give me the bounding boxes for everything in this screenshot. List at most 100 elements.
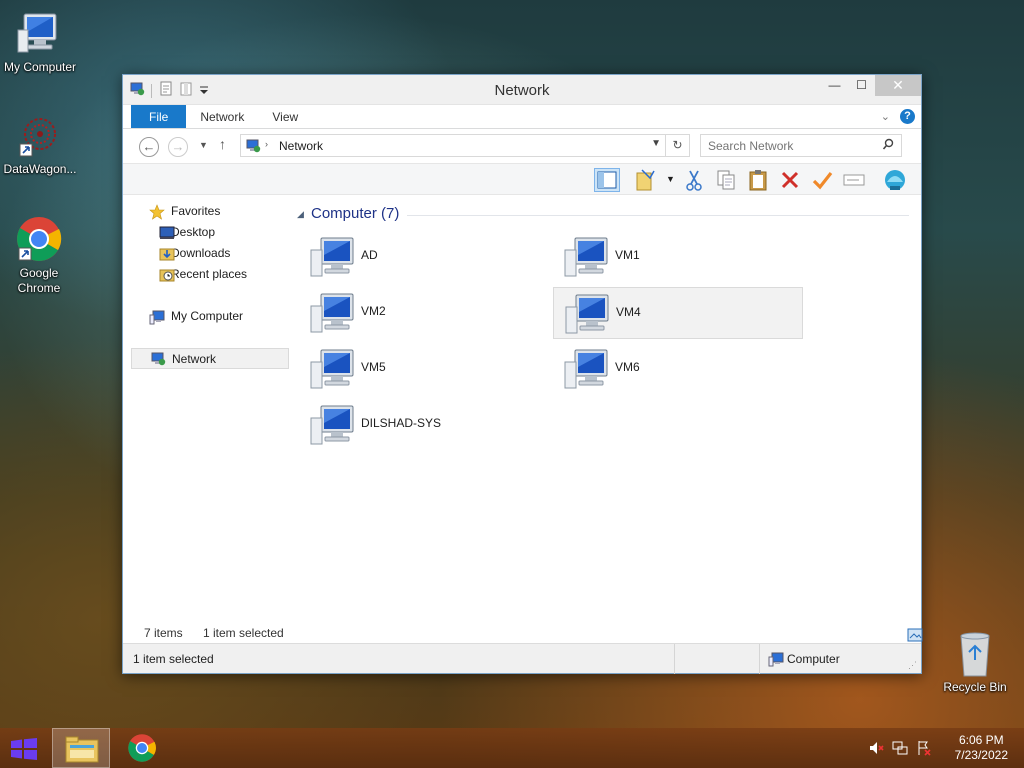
back-button[interactable]: ← [139,137,159,157]
computer-item-vm4[interactable]: VM4 [553,287,803,339]
checkmark-button[interactable] [810,168,836,192]
clock-time: 6:06 PM [958,733,1004,747]
rename-button[interactable] [842,168,868,192]
properties-dropdown-icon[interactable]: ▼ [666,174,675,184]
network-computer-icon [563,348,609,393]
desktop-icon-label: Recycle Bin [943,680,1007,694]
desktop-icon-google-chrome[interactable]: Google Chrome [0,216,79,296]
taskbar-file-explorer[interactable] [52,728,110,768]
group-header-computer[interactable]: ◢ Computer (7) [295,201,909,227]
status-bar-location: Computer [787,652,840,666]
nav-recent-places[interactable]: Recent places [131,264,289,285]
search-box[interactable] [700,134,902,157]
status-divider [759,644,760,674]
computer-item-ad[interactable]: AD [299,231,549,283]
paste-button[interactable] [746,168,772,192]
volume-muted-icon[interactable] [868,740,884,759]
computer-item-name: DILSHAD-SYS [361,416,442,430]
selection-count: 1 item selected [203,626,284,640]
action-center-icon[interactable] [916,740,932,759]
ribbon-right-controls: ⌄ ? [881,109,915,124]
refresh-button[interactable]: ↻ [665,135,689,156]
breadcrumb-chevron-icon[interactable]: › [265,139,268,149]
up-button[interactable]: ↑ [219,136,226,152]
content-area: ◢ Computer (7) AD VM1 VM2 VM4 VM5 VM6 DI… [295,201,909,445]
maximize-button[interactable]: ☐ [848,75,875,96]
help-icon[interactable]: ? [900,109,915,124]
explorer-window: Network — ☐ ✕ File Network View ⌄ ? ← → … [122,74,923,674]
computer-item-vm6[interactable]: VM6 [553,343,803,395]
title-bar[interactable]: Network — ☐ ✕ [123,75,921,105]
tab-network[interactable]: Network [186,105,258,128]
forward-button[interactable]: → [168,137,188,157]
nav-recent-places-label: Recent places [171,267,248,281]
status-bar-selection: 1 item selected [133,652,214,666]
command-toolbar: ▼ [123,163,921,195]
delete-button[interactable] [778,168,804,192]
properties-button[interactable] [634,168,660,192]
status-divider [674,644,675,674]
computer-small-icon [768,651,784,670]
cut-button[interactable] [682,168,708,192]
address-bar[interactable]: › Network ▼ ↻ [240,134,690,157]
minimize-button[interactable]: — [821,75,848,96]
navigation-bar: ← → ▼ ↑ › Network ▼ ↻ [123,129,921,163]
desktop-icon-label: DataWagon... [3,162,77,176]
nav-desktop[interactable]: Desktop [131,222,289,243]
preview-pane-button[interactable] [594,168,620,192]
nav-network[interactable]: Network [131,348,289,369]
address-dropdown-icon[interactable]: ▼ [651,138,661,149]
start-button[interactable] [10,738,38,763]
desktop-icon-label: Google Chrome [17,266,61,295]
nav-favorites[interactable]: Favorites [131,201,289,222]
navigation-pane: Favorites Desktop Downloads Recent place… [131,201,289,369]
copy-button[interactable] [714,168,740,192]
computer-item-name: VM6 [615,360,640,374]
computer-item-vm2[interactable]: VM2 [299,287,549,339]
nav-desktop-label: Desktop [171,225,216,239]
ribbon-tab-bar: File Network View ⌄ ? [123,105,921,129]
nav-my-computer[interactable]: My Computer [131,306,289,327]
network-computer-icon [309,404,355,449]
file-explorer-icon [65,736,99,763]
system-clock[interactable]: 6:06 PM 7/23/2022 [955,733,1008,763]
address-path[interactable]: Network [279,139,323,153]
taskbar: 6:06 PM 7/23/2022 [0,728,1024,768]
tab-file[interactable]: File [131,105,187,128]
my-computer-icon [149,309,165,332]
item-count: 7 items [144,626,183,640]
recent-places-icon [159,267,175,290]
computer-item-dilshad-sys[interactable]: DILSHAD-SYS [299,399,549,451]
network-location-icon [245,138,261,157]
desktop-icon-recycle-bin[interactable]: Recycle Bin [935,630,1015,695]
network-icon [150,351,166,374]
resize-grip-icon[interactable]: ⋰ [908,660,917,671]
nav-downloads[interactable]: Downloads [131,243,289,264]
collapse-group-icon[interactable]: ◢ [297,209,304,220]
nav-downloads-label: Downloads [171,246,231,260]
computer-item-name: VM2 [361,304,386,318]
expand-ribbon-icon[interactable]: ⌄ [881,110,890,123]
window-title: Network [494,82,550,99]
recycle-bin-icon [951,630,999,678]
network-computer-icon [564,293,610,338]
taskbar-google-chrome[interactable] [114,728,172,768]
search-input[interactable] [701,135,871,156]
computer-item-vm1[interactable]: VM1 [553,231,803,283]
search-icon[interactable] [882,138,894,155]
computer-item-name: AD [361,248,378,262]
nav-my-computer-label: My Computer [171,309,244,323]
clock-date: 7/23/2022 [954,748,1008,762]
tab-view[interactable]: View [258,105,312,128]
item-status-line: 7 items 1 item selected [123,623,923,643]
close-button[interactable]: ✕ [875,75,921,96]
network-computer-icon [309,236,355,281]
recent-locations-chevron-icon[interactable]: ▼ [199,140,208,150]
network-status-icon[interactable] [892,740,908,759]
computer-item-vm5[interactable]: VM5 [299,343,549,395]
desktop-icon-datawagon[interactable]: DataWagon... [0,112,80,177]
desktop-icon-my-computer[interactable]: My Computer [0,10,80,75]
computer-item-name: VM1 [615,248,640,262]
shell-button[interactable] [882,168,908,192]
